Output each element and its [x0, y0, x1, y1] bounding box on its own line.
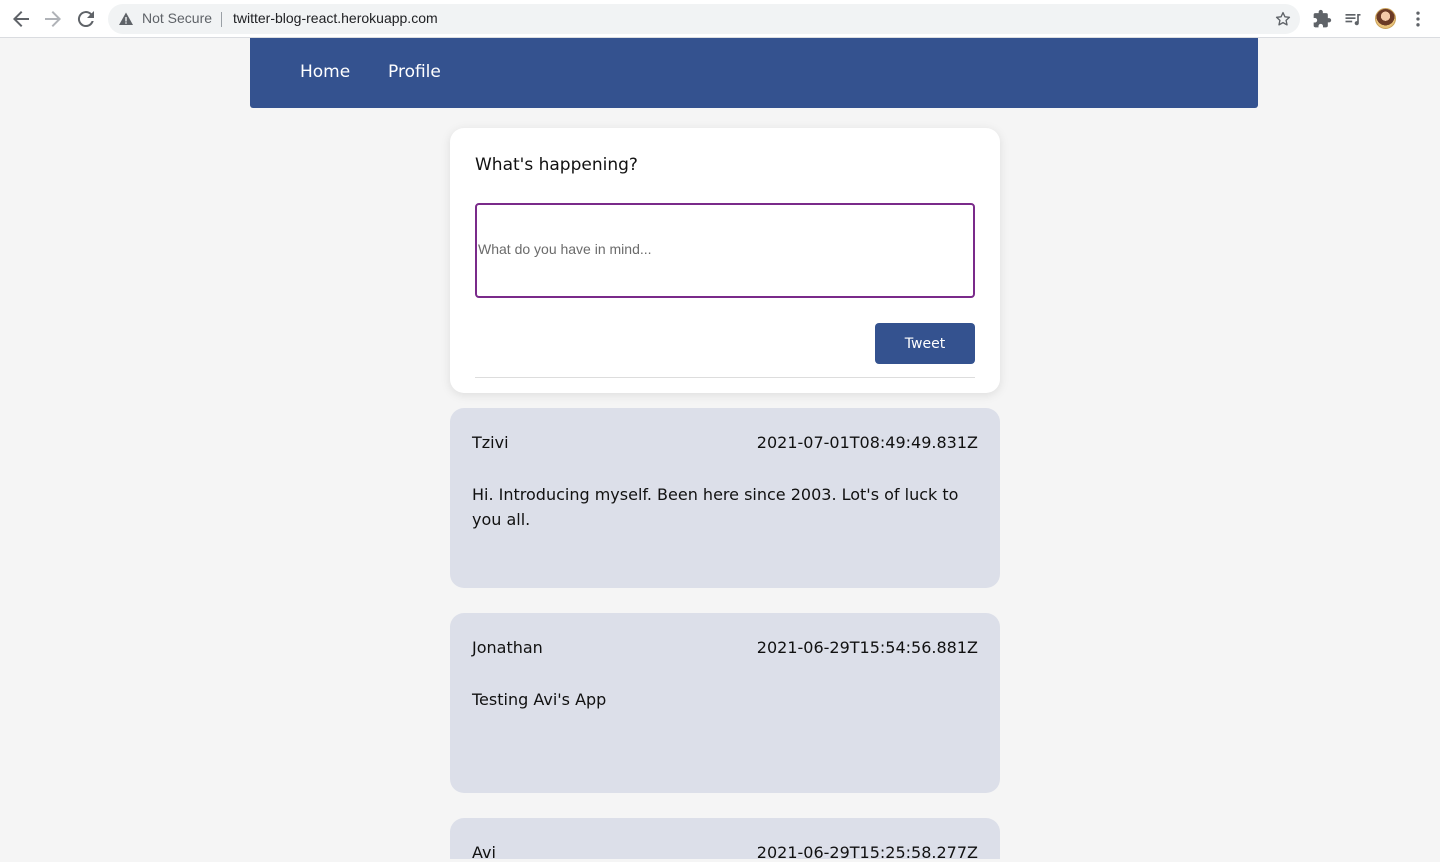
browser-toolbar: Not Secure twitter-blog-react.herokuapp.… [0, 0, 1440, 38]
post-card: Jonathan 2021-06-29T15:54:56.881Z Testin… [450, 613, 1000, 793]
post-card: Avi 2021-06-29T15:25:58.277Z [450, 818, 1000, 862]
post-author: Tzivi [472, 433, 509, 452]
post-timestamp: 2021-06-29T15:25:58.277Z [756, 843, 978, 862]
post-card: Tzivi 2021-07-01T08:49:49.831Z Hi. Intro… [450, 408, 1000, 588]
compose-heading: What's happening? [475, 155, 638, 175]
more-menu-icon[interactable] [1408, 9, 1428, 29]
post-author: Jonathan [472, 638, 543, 657]
compose-divider [475, 377, 975, 378]
warning-icon [119, 12, 133, 25]
post-author: Avi [472, 843, 496, 862]
security-label: Not Secure [142, 10, 213, 26]
back-icon[interactable] [9, 7, 33, 31]
reading-list-icon[interactable] [1343, 9, 1363, 29]
url-text[interactable]: twitter-blog-react.herokuapp.com [233, 10, 438, 26]
address-bar[interactable]: Not Secure twitter-blog-react.herokuapp.… [108, 4, 1300, 34]
post-timestamp: 2021-07-01T08:49:49.831Z [756, 433, 978, 452]
forward-icon[interactable] [41, 7, 65, 31]
nav-profile-link[interactable]: Profile [388, 62, 441, 82]
profile-avatar[interactable] [1375, 8, 1396, 29]
bookmark-star-icon[interactable] [1274, 10, 1292, 28]
extensions-icon[interactable] [1312, 9, 1332, 29]
app-navbar: Home Profile [250, 38, 1258, 108]
compose-card: What's happening? Tweet [450, 128, 1000, 393]
reload-icon[interactable] [74, 7, 98, 31]
tweet-input[interactable] [475, 203, 975, 298]
post-timestamp: 2021-06-29T15:54:56.881Z [756, 638, 978, 657]
post-text: Hi. Introducing myself. Been here since … [472, 485, 959, 529]
post-text: Testing Avi's App [472, 690, 607, 709]
tweet-button[interactable]: Tweet [875, 323, 975, 364]
address-separator [221, 12, 222, 27]
nav-home-link[interactable]: Home [300, 62, 350, 82]
